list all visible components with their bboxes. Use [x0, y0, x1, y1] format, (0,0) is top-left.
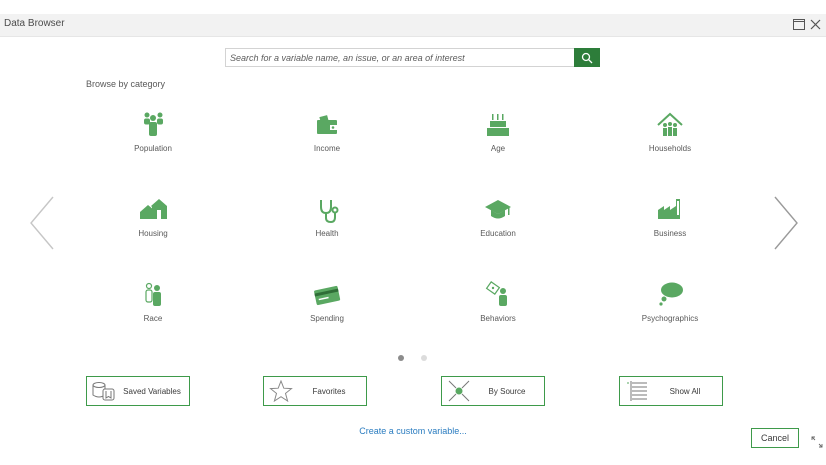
category-label: Psychographics	[641, 314, 699, 323]
show-all-button[interactable]: Show All	[619, 376, 723, 406]
health-icon	[310, 193, 344, 227]
business-icon	[653, 193, 687, 227]
by-source-button[interactable]: By Source	[441, 376, 545, 406]
category-label: Behaviors	[480, 314, 516, 323]
saved-variables-button[interactable]: Saved Variables	[86, 376, 190, 406]
category-label: Households	[648, 144, 692, 153]
create-custom-variable-link[interactable]: Create a custom variable...	[0, 426, 826, 436]
category-label: Spending	[310, 314, 344, 323]
category-label: Race	[143, 314, 163, 323]
category-education[interactable]: Education	[433, 193, 563, 253]
search-input[interactable]	[225, 48, 579, 67]
cancel-button[interactable]: Cancel	[751, 428, 799, 448]
search-bar	[225, 48, 600, 67]
category-race[interactable]: Race	[88, 278, 218, 338]
housing-icon	[136, 193, 170, 227]
favorites-button[interactable]: Favorites	[263, 376, 367, 406]
next-page-arrow[interactable]	[772, 195, 800, 251]
show-all-label: Show All	[669, 386, 701, 396]
category-households[interactable]: Households	[605, 108, 735, 168]
search-button[interactable]	[574, 48, 600, 67]
category-psychographics[interactable]: Psychographics	[605, 278, 735, 338]
saved-variables-label: Saved Variables	[123, 386, 181, 396]
close-icon[interactable]	[808, 17, 822, 31]
category-business[interactable]: Business	[605, 193, 735, 253]
browse-by-category-label: Browse by category	[86, 79, 166, 89]
category-housing[interactable]: Housing	[88, 193, 218, 253]
population-icon	[136, 108, 170, 142]
category-age[interactable]: Age	[433, 108, 563, 168]
education-icon	[481, 193, 515, 227]
window-title: Data Browser	[4, 18, 65, 29]
income-icon	[310, 108, 344, 142]
previous-page-arrow[interactable]	[28, 195, 56, 251]
category-health[interactable]: Health	[262, 193, 392, 253]
behaviors-icon	[481, 278, 515, 312]
category-label: Business	[653, 229, 687, 238]
saved-variables-icon	[89, 377, 119, 405]
maximize-icon[interactable]	[792, 17, 806, 31]
households-icon	[653, 108, 687, 142]
category-label: Health	[315, 229, 339, 238]
search-icon	[581, 52, 593, 63]
resize-handle-icon[interactable]	[810, 435, 824, 449]
category-label: Age	[490, 144, 506, 153]
category-population[interactable]: Population	[88, 108, 218, 168]
category-label: Education	[480, 229, 516, 238]
category-behaviors[interactable]: Behaviors	[433, 278, 563, 338]
star-icon	[266, 377, 296, 405]
page-dot-2[interactable]	[421, 355, 427, 361]
race-icon	[136, 278, 170, 312]
category-label: Housing	[138, 229, 168, 238]
psychographics-icon	[653, 278, 687, 312]
category-label: Population	[134, 144, 172, 153]
favorites-label: Favorites	[312, 386, 346, 396]
list-icon	[622, 377, 652, 405]
category-label: Income	[313, 144, 341, 153]
source-icon	[444, 377, 474, 405]
page-dot-1[interactable]	[398, 355, 404, 361]
by-source-label: By Source	[488, 386, 526, 396]
category-income[interactable]: Income	[262, 108, 392, 168]
title-bar: Data Browser	[0, 14, 826, 37]
category-spending[interactable]: Spending	[262, 278, 392, 338]
spending-icon	[310, 278, 344, 312]
age-icon	[481, 108, 515, 142]
